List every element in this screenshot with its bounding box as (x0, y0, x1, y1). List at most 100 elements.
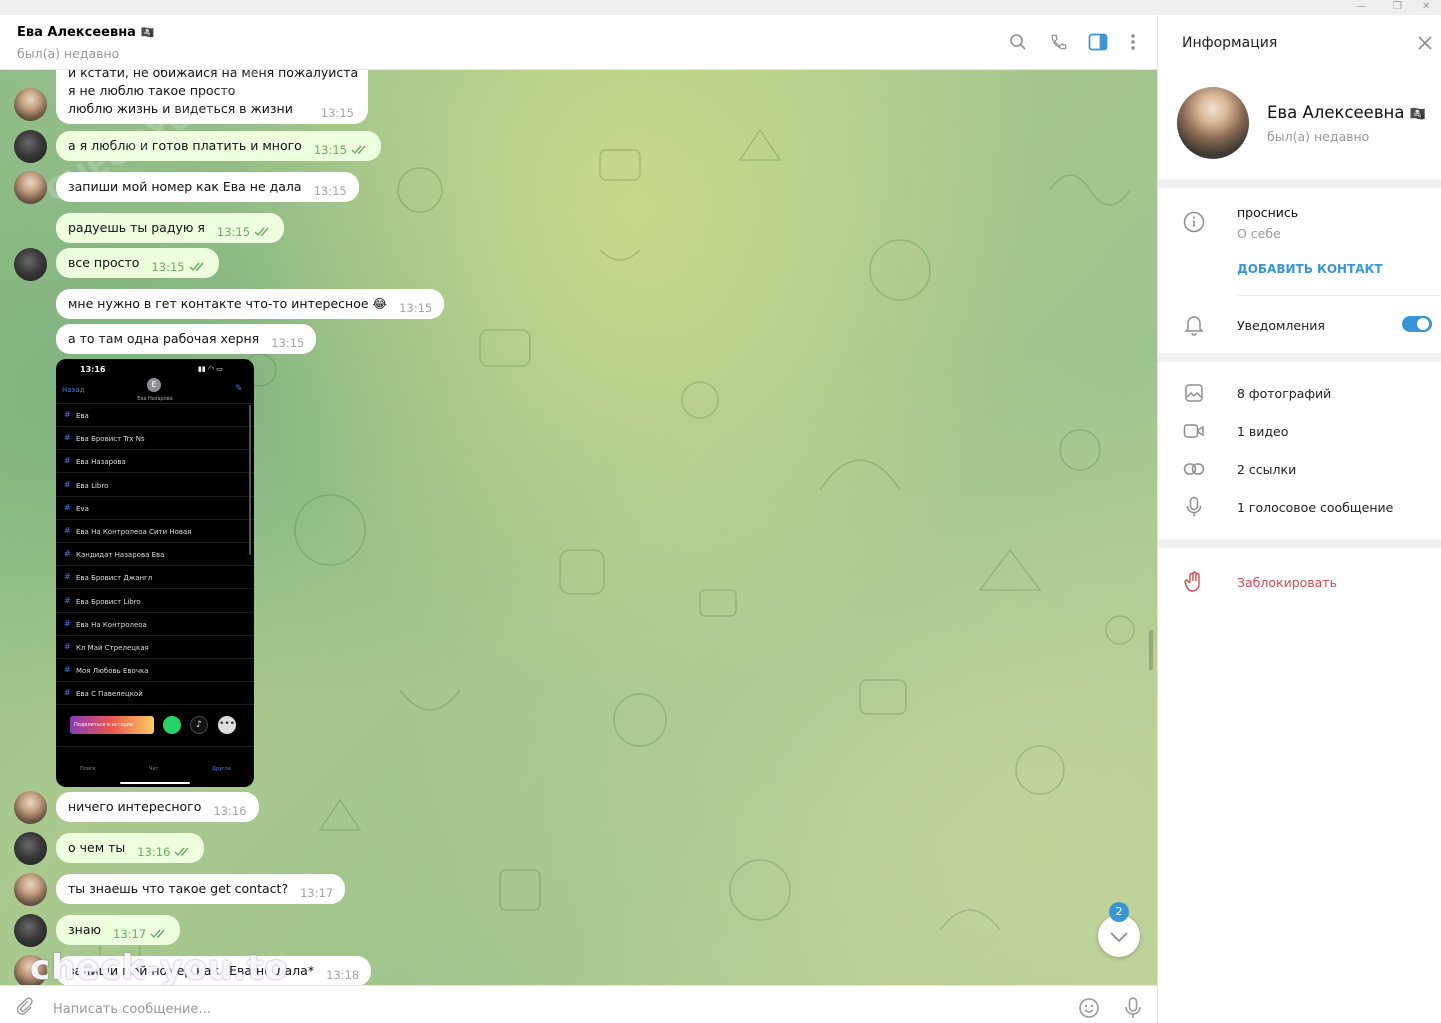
telegram-window: — ❐ ✕ Ева Алексеевна 🏴‍☠️ был(а) недавно (0, 0, 1441, 1023)
bio-label: О себе (1237, 226, 1281, 241)
chat-area: Ева Алексеевна 🏴‍☠️ был(а) недавно (0, 15, 1157, 1023)
toggle-knob (1417, 318, 1429, 330)
media-links[interactable]: 2 ссылки (1237, 462, 1296, 477)
message-bubble-incoming[interactable]: а то там одна рабочая херня 13:15 (56, 324, 317, 354)
more-share-icon: ••• (218, 716, 236, 734)
edit-icon: ✎ (235, 384, 243, 394)
tag-row: # Ева (56, 404, 254, 427)
minimize-button[interactable]: — (1356, 0, 1366, 14)
tag-row: # Ева На Контролеоа (56, 613, 254, 636)
phone-clock: 13:16 (80, 365, 106, 374)
phone-call-icon[interactable] (1046, 29, 1072, 55)
avatar-self[interactable] (14, 130, 47, 163)
message-list[interactable]: и кстати, не обижайся на меня пожалуйста… (0, 70, 1157, 985)
whatsapp-icon (163, 716, 181, 734)
hashtag-icon: # (64, 572, 71, 582)
block-button[interactable]: Заблокировать (1237, 575, 1337, 590)
hashtag-icon: # (64, 526, 71, 535)
contact-avatar-letter: E (147, 378, 161, 392)
watermark-bottom: check-you.to (30, 948, 289, 985)
profile-name: Ева Алексеевна 🏴‍☠️ (1267, 103, 1426, 122)
media-videos[interactable]: 1 видео (1237, 424, 1288, 439)
profile-status: был(а) недавно (1267, 129, 1370, 144)
phone-status-icons: ▮▮ ◠ ▭ (198, 365, 223, 373)
tag-row: # Ева Бровист Джангл (56, 566, 254, 590)
more-options-icon[interactable] (1120, 29, 1146, 55)
message-bubble-outgoing[interactable]: радуешь ты радую я 13:15 (56, 213, 285, 243)
avatar-self[interactable] (14, 914, 47, 947)
divider (1237, 295, 1441, 296)
chat-header: Ева Алексеевна 🏴‍☠️ был(а) недавно (0, 15, 1157, 70)
sidebar-toggle-icon[interactable] (1085, 29, 1111, 55)
divider (1158, 539, 1441, 548)
media-photos[interactable]: 8 фотографий (1237, 386, 1331, 401)
close-icon[interactable] (1418, 35, 1432, 54)
tag-label: Ева (76, 412, 89, 420)
hashtag-icon: # (64, 665, 71, 675)
phone-scrollbar (249, 405, 251, 555)
tag-label: Ева Бровист Libro (76, 597, 141, 606)
tag-row: # Ева На Контролеоа Сити Новая (56, 520, 254, 543)
tag-label: Ева Бровист Джангл (76, 574, 153, 583)
tag-label: Ева С Павелецкой (76, 690, 143, 699)
hashtag-icon: # (64, 549, 71, 559)
hashtag-icon: # (64, 479, 71, 489)
hashtag-icon: # (64, 688, 71, 698)
avatar-contact[interactable] (14, 88, 47, 121)
read-check-icon (189, 259, 207, 277)
emoji-icon[interactable] (1078, 997, 1100, 1023)
message-bubble-incoming[interactable]: ты знаешь что такое get contact? 13:17 (56, 874, 346, 904)
tab-other-label: Другое (212, 766, 231, 772)
hashtag-icon: # (64, 595, 71, 605)
avatar-self[interactable] (14, 832, 47, 865)
read-check-icon (351, 142, 369, 160)
back-link: Назад (62, 386, 85, 394)
chat-status: был(а) недавно (17, 46, 120, 61)
profile-avatar[interactable] (1177, 87, 1249, 159)
hashtag-icon: # (64, 642, 71, 651)
close-window-button[interactable]: ✕ (1422, 0, 1430, 14)
screenshot-image-message[interactable]: 13:16 ▮▮ ◠ ▭ Назад E Ева Назарова ✎ # Ева… (56, 359, 254, 787)
hashtag-icon: # (64, 410, 71, 419)
message-input[interactable]: Написать сообщение... (53, 1002, 211, 1017)
media-voice[interactable]: 1 голосовое сообщение (1237, 500, 1393, 515)
unread-badge: 2 (1109, 902, 1129, 922)
chat-title[interactable]: Ева Алексеевна 🏴‍☠️ (17, 25, 154, 40)
avatar-contact[interactable] (14, 873, 47, 906)
home-indicator (120, 782, 190, 784)
tag-row: # Ева Бровист Trx Ns (56, 427, 254, 451)
pirate-flag-emoji: 🏴‍☠️ (140, 26, 155, 39)
message-bubble-outgoing[interactable]: о чем ты 13:16 (56, 833, 205, 863)
message-bubble-incoming[interactable]: ничего интересного 13:16 (56, 792, 259, 822)
chat-scrollbar[interactable] (1149, 630, 1153, 670)
notifications-label: Уведомления (1237, 318, 1325, 333)
link-icon (1182, 457, 1206, 481)
tag-label: Ева Бровист Trx Ns (76, 435, 145, 444)
message-bubble-incoming[interactable]: мне нужно в гет контакте что-то интересн… (56, 289, 445, 319)
tag-label: Eva (76, 504, 89, 513)
microphone-icon[interactable] (1124, 996, 1142, 1023)
photo-icon (1182, 381, 1206, 405)
add-contact-button[interactable]: ДОБАВИТЬ КОНТАКТ (1237, 262, 1383, 276)
tag-list: # Ева # Ева Бровист Trx Ns # Ева Назарова # Ева… (56, 403, 254, 706)
avatar-contact[interactable] (14, 171, 47, 204)
read-check-icon (254, 224, 272, 242)
divider (1158, 353, 1441, 362)
tag-label: Моя Любовь Евочка (76, 667, 149, 676)
tag-label: Кандидат Назарова Ева (76, 551, 165, 560)
microphone-icon (1182, 495, 1206, 519)
restore-button[interactable]: ❐ (1393, 0, 1402, 14)
avatar-contact[interactable] (14, 791, 47, 824)
search-icon[interactable] (1005, 29, 1031, 55)
attach-icon[interactable] (14, 996, 34, 1020)
hashtag-icon: # (64, 618, 71, 628)
notifications-toggle[interactable] (1402, 316, 1432, 332)
avatar-self[interactable] (14, 248, 47, 281)
tag-label: Ева Libro (76, 481, 109, 490)
video-icon (1182, 419, 1206, 443)
message-bubble-outgoing[interactable]: знаю 13:17 (56, 915, 181, 945)
bio-text: проснись (1237, 205, 1299, 220)
contact-name: Ева Назарова (137, 396, 173, 402)
message-bubble-outgoing[interactable]: все просто 13:15 (56, 248, 219, 278)
message-composer: Написать сообщение... (0, 985, 1157, 1023)
